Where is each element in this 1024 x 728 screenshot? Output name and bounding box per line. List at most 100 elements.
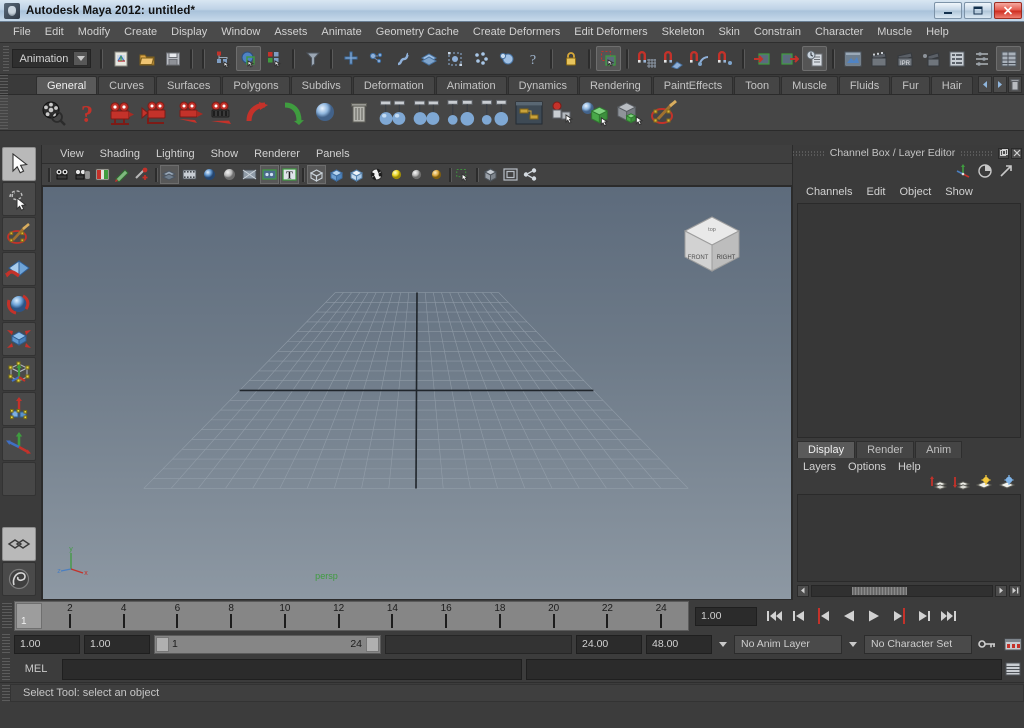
snap-to-point-icon[interactable] bbox=[686, 46, 711, 71]
minimize-button[interactable] bbox=[934, 2, 962, 19]
toolbar-separator-3[interactable] bbox=[200, 46, 207, 72]
range-end-field[interactable]: 24.00 bbox=[576, 634, 642, 654]
vp-separator-2[interactable] bbox=[153, 166, 159, 184]
arrow-up-right-icon[interactable] bbox=[998, 163, 1014, 182]
range-empty-area[interactable] bbox=[385, 634, 572, 654]
anim-layer-dropdown-arrow[interactable] bbox=[716, 635, 730, 654]
axis-manipulator-icon[interactable] bbox=[955, 162, 972, 182]
last-tool-used[interactable] bbox=[2, 427, 36, 461]
shelf-tab-dynamics[interactable]: Dynamics bbox=[507, 76, 578, 94]
isolate-select-icon[interactable] bbox=[454, 165, 473, 184]
shelf-tab-rendering[interactable]: Rendering bbox=[578, 76, 652, 94]
close-button[interactable] bbox=[994, 2, 1022, 19]
cb-menu-show[interactable]: Show bbox=[938, 184, 980, 200]
empty-tool-slot[interactable] bbox=[2, 462, 36, 496]
vp-menu-show[interactable]: Show bbox=[203, 146, 247, 162]
bounding-box-icon[interactable] bbox=[307, 165, 326, 184]
scale-tool[interactable] bbox=[2, 322, 36, 356]
smooth-shade-icon[interactable] bbox=[327, 165, 346, 184]
menu-edit-deformers[interactable]: Edit Deformers bbox=[567, 23, 654, 41]
layer-tab-anim[interactable]: Anim bbox=[915, 441, 963, 458]
sphere-icon[interactable] bbox=[308, 96, 341, 129]
tool-settings-icon[interactable] bbox=[970, 46, 995, 71]
lock-icon[interactable] bbox=[558, 46, 583, 71]
close-panel-button[interactable] bbox=[1011, 147, 1022, 159]
go-to-end-icon[interactable] bbox=[938, 605, 960, 627]
two-sided-lighting-icon[interactable] bbox=[160, 165, 179, 184]
xray-icon[interactable] bbox=[260, 165, 279, 184]
select-by-component-icon[interactable] bbox=[262, 46, 287, 71]
shelf-tab-fluids[interactable]: Fluids bbox=[838, 76, 891, 94]
shelf-tab-polygons[interactable]: Polygons bbox=[222, 76, 290, 94]
select-camera-icon[interactable] bbox=[53, 165, 72, 184]
film-reel-icon[interactable] bbox=[36, 96, 69, 129]
polygon-object-icon[interactable] bbox=[614, 96, 647, 129]
render-current-frame-icon[interactable] bbox=[866, 46, 891, 71]
new-layer-from-selected-icon[interactable] bbox=[998, 474, 1016, 494]
camera-icon[interactable] bbox=[104, 96, 137, 129]
shelf-row-grip[interactable] bbox=[0, 95, 34, 130]
select-tool[interactable] bbox=[2, 147, 36, 181]
vp-separator-4[interactable] bbox=[447, 166, 453, 184]
menu-help[interactable]: Help bbox=[919, 23, 956, 41]
trash-icon[interactable] bbox=[342, 96, 375, 129]
vp-menu-panels[interactable]: Panels bbox=[308, 146, 358, 162]
panel-zoom-icon[interactable] bbox=[501, 165, 520, 184]
new-layer-icon[interactable] bbox=[975, 474, 993, 494]
snap-to-grid-icon[interactable] bbox=[634, 46, 659, 71]
step-back-frame-icon[interactable] bbox=[788, 605, 810, 627]
save-scene-icon[interactable] bbox=[160, 46, 185, 71]
shelf-prev-icon[interactable] bbox=[978, 76, 992, 93]
snap-to-curve-icon[interactable] bbox=[660, 46, 685, 71]
paint-effects-icon[interactable] bbox=[648, 96, 681, 129]
anim-end-field[interactable]: 48.00 bbox=[646, 634, 712, 654]
output-connections-icon[interactable] bbox=[776, 46, 801, 71]
menu-character[interactable]: Character bbox=[808, 23, 870, 41]
shelf-tab-surfaces[interactable]: Surfaces bbox=[155, 76, 222, 94]
menu-muscle[interactable]: Muscle bbox=[870, 23, 919, 41]
scroll-left-icon[interactable] bbox=[797, 584, 809, 597]
rotate-tool[interactable] bbox=[2, 287, 36, 321]
shelf-tab-animation[interactable]: Animation bbox=[435, 76, 507, 94]
pie-chart-icon[interactable] bbox=[977, 163, 993, 182]
step-forward-key-icon[interactable] bbox=[888, 605, 910, 627]
shelf-tab-toon[interactable]: Toon bbox=[734, 76, 781, 94]
range-start-field[interactable]: 1.00 bbox=[84, 634, 150, 654]
construction-history-icon[interactable] bbox=[802, 46, 827, 71]
vp-menu-renderer[interactable]: Renderer bbox=[246, 146, 308, 162]
character-set-dropdown-arrow[interactable] bbox=[846, 635, 860, 654]
vp-separator-3[interactable] bbox=[300, 166, 306, 184]
text-icon[interactable]: T bbox=[280, 165, 299, 184]
soft-modification-tool[interactable] bbox=[2, 392, 36, 426]
surface-icon[interactable] bbox=[468, 46, 493, 71]
single-perspective-layout-icon[interactable] bbox=[2, 527, 36, 561]
book-icon[interactable] bbox=[93, 165, 112, 184]
flat-shade-icon[interactable] bbox=[347, 165, 366, 184]
light-spot-icon[interactable] bbox=[444, 96, 477, 129]
lasso-select-tool[interactable] bbox=[2, 182, 36, 216]
menu-file[interactable]: File bbox=[6, 23, 38, 41]
channel-box-content[interactable] bbox=[797, 203, 1021, 438]
range-slider-grip[interactable] bbox=[2, 634, 10, 654]
camera-aim-icon[interactable] bbox=[206, 96, 239, 129]
cb-menu-edit[interactable]: Edit bbox=[859, 184, 892, 200]
toolbar-separator-8[interactable] bbox=[624, 46, 631, 72]
current-time-field[interactable]: 1.00 bbox=[695, 606, 757, 626]
help-icon[interactable]: ? bbox=[520, 46, 545, 71]
vp-menu-shading[interactable]: Shading bbox=[92, 146, 148, 162]
current-frame-marker[interactable]: 1 bbox=[16, 603, 42, 629]
maya-layout-presets-icon[interactable] bbox=[2, 562, 36, 596]
menu-constrain[interactable]: Constrain bbox=[747, 23, 808, 41]
auto-keyframe-icon[interactable] bbox=[976, 633, 998, 655]
vp-separator-1[interactable] bbox=[46, 166, 52, 184]
grease-pencil-icon[interactable] bbox=[113, 165, 132, 184]
red-curve-arrow-icon[interactable] bbox=[240, 96, 273, 129]
vp-separator-5[interactable] bbox=[474, 166, 480, 184]
locator-icon[interactable] bbox=[546, 96, 579, 129]
menu-create-deformers[interactable]: Create Deformers bbox=[466, 23, 567, 41]
menu-window[interactable]: Window bbox=[214, 23, 267, 41]
anim-layer-combo[interactable]: No Anim Layer bbox=[734, 634, 842, 654]
view-cube-icon[interactable] bbox=[481, 165, 500, 184]
panel-drag-dots-left[interactable] bbox=[793, 149, 824, 157]
render-region-icon[interactable] bbox=[918, 46, 943, 71]
